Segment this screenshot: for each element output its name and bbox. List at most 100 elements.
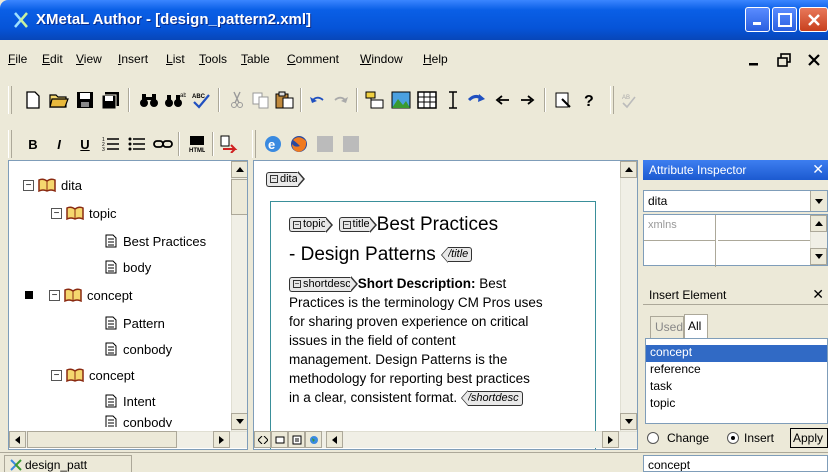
attribute-scrollbar[interactable] xyxy=(810,215,827,265)
new-button[interactable] xyxy=(22,89,44,111)
doc-close-button[interactable] xyxy=(800,48,828,72)
help-button[interactable]: ? xyxy=(578,89,600,111)
tree-item[interactable]: − concept xyxy=(25,285,133,305)
title-bar[interactable]: XMetaL Author - [design_pattern2.xml] xyxy=(0,0,828,40)
radio-change[interactable] xyxy=(647,432,659,444)
tree-item[interactable]: Pattern xyxy=(105,313,165,333)
scroll-down-button[interactable] xyxy=(620,413,637,430)
shortdesc-text[interactable]: management. Design Patterns is the xyxy=(289,352,507,367)
shortdesc-text[interactable]: for sharing proven experience on critica… xyxy=(289,314,528,329)
bulleted-list-button[interactable] xyxy=(126,133,148,155)
close-icon[interactable]: ✕ xyxy=(812,161,824,178)
underline-button[interactable]: U xyxy=(74,133,96,155)
menu-insert[interactable]: Insert xyxy=(118,52,148,66)
tab-all[interactable]: All xyxy=(684,314,708,338)
dropdown-button[interactable] xyxy=(810,191,827,211)
view-browser-button[interactable] xyxy=(305,431,322,448)
menu-file[interactable]: File xyxy=(8,52,27,66)
tree-item[interactable]: body xyxy=(105,257,151,277)
scroll-left-button[interactable] xyxy=(9,431,26,448)
scroll-thumb[interactable] xyxy=(231,179,247,215)
menu-list[interactable]: List xyxy=(166,52,185,66)
numbered-list-button[interactable]: 123 xyxy=(100,133,122,155)
menu-comment[interactable]: Comment xyxy=(287,52,339,66)
editor-horizontal-scrollbar[interactable] xyxy=(254,431,637,448)
save-button[interactable] xyxy=(74,89,96,111)
close-button[interactable] xyxy=(799,7,828,32)
tab-used[interactable]: Used xyxy=(650,316,684,338)
element-list[interactable]: concept reference task topic xyxy=(645,338,828,424)
apply-button[interactable]: Apply xyxy=(790,428,828,448)
tree-vertical-scrollbar[interactable] xyxy=(231,161,247,431)
collapse-icon[interactable]: − xyxy=(23,179,34,191)
save-all-button[interactable] xyxy=(100,89,122,111)
menu-tools[interactable]: Tools xyxy=(199,52,227,66)
toolbar-grip[interactable] xyxy=(8,86,12,114)
back-button[interactable] xyxy=(492,89,514,111)
toolbar-grip[interactable] xyxy=(252,130,256,158)
open-button[interactable] xyxy=(48,89,70,111)
shortdesc-text[interactable]: Practices is the terminology CM Pros use… xyxy=(289,295,543,310)
menu-edit[interactable]: Edit xyxy=(42,52,63,66)
tree-item[interactable]: conbody xyxy=(105,415,172,427)
insert-element-button[interactable] xyxy=(364,89,386,111)
scroll-up-button[interactable] xyxy=(810,215,827,232)
list-item[interactable]: task xyxy=(646,379,827,396)
scroll-thumb[interactable] xyxy=(27,431,177,448)
tree-item[interactable]: − concept xyxy=(51,365,135,385)
insert-image-button[interactable] xyxy=(390,89,412,111)
spellcheck-button[interactable]: ABC xyxy=(190,89,212,111)
shortdesc-close-tag[interactable]: /shortdesc xyxy=(467,390,523,406)
paste-button[interactable] xyxy=(274,89,296,111)
element-select[interactable]: dita xyxy=(643,190,828,212)
scroll-left-button[interactable] xyxy=(326,431,343,448)
redo-button[interactable] xyxy=(330,89,352,111)
menu-window[interactable]: Window xyxy=(360,52,403,66)
list-item[interactable]: concept xyxy=(646,345,827,362)
properties-button[interactable] xyxy=(552,89,574,111)
shortdesc-text[interactable]: methodology for reporting best practices xyxy=(289,371,530,386)
structure-tree[interactable]: − dita − topic Best Practices body − con… xyxy=(8,160,248,450)
insert-element-field[interactable]: concept xyxy=(643,455,828,472)
collapse-icon[interactable]: − xyxy=(51,207,62,219)
collapse-icon[interactable]: − xyxy=(49,289,60,301)
copy-button[interactable] xyxy=(250,89,272,111)
text-cursor-button[interactable] xyxy=(442,89,464,111)
undo-button[interactable] xyxy=(306,89,328,111)
shortdesc-text[interactable]: in a clear, consistent format. xyxy=(289,390,457,405)
toolbar-grip[interactable] xyxy=(610,86,614,114)
radio-insert[interactable] xyxy=(727,432,739,444)
disabled-button-2[interactable] xyxy=(340,133,362,155)
title-text[interactable]: Best Practices xyxy=(377,214,498,235)
tree-item[interactable]: Intent xyxy=(105,391,156,411)
hyperlink-button[interactable] xyxy=(152,133,174,155)
tree-item[interactable]: − dita xyxy=(23,175,82,195)
minimize-button[interactable] xyxy=(745,7,770,32)
tree-item[interactable]: conbody xyxy=(105,339,172,359)
tree-item[interactable]: Best Practices xyxy=(105,231,206,251)
collapse-icon[interactable]: − xyxy=(51,369,62,381)
title-text-cont[interactable]: - Design Patterns xyxy=(289,244,436,265)
shortdesc-tag[interactable]: − shortdesc xyxy=(289,276,351,292)
scroll-down-button[interactable] xyxy=(810,248,827,265)
shortdesc-text[interactable]: issues in the field of content xyxy=(289,333,456,348)
forward-button[interactable] xyxy=(516,89,538,111)
scroll-down-button[interactable] xyxy=(231,413,247,430)
root-tag[interactable]: − dita xyxy=(266,171,305,187)
document-editor[interactable]: − dita − topic − title Best Practices - Desi… xyxy=(253,160,638,450)
toolbar-grip[interactable] xyxy=(8,130,12,158)
preview-firefox-button[interactable] xyxy=(288,133,310,155)
list-item[interactable]: reference xyxy=(646,362,827,379)
menu-view[interactable]: View xyxy=(76,52,102,66)
scroll-right-button[interactable] xyxy=(602,431,619,448)
close-icon[interactable]: ✕ xyxy=(812,286,824,303)
document-tab[interactable]: design_patt xyxy=(4,455,132,472)
shortdesc-text[interactable]: Best xyxy=(475,276,506,291)
preview-ie-button[interactable]: e xyxy=(262,133,284,155)
view-plain-text-button[interactable] xyxy=(288,431,305,448)
disabled-button-1[interactable] xyxy=(314,133,336,155)
view-tags-on-button[interactable] xyxy=(254,431,271,448)
title-element[interactable]: − topic − title Best Practices - Design Pat… xyxy=(289,210,591,270)
insert-table-button[interactable] xyxy=(416,89,438,111)
view-normal-button[interactable] xyxy=(271,431,288,448)
